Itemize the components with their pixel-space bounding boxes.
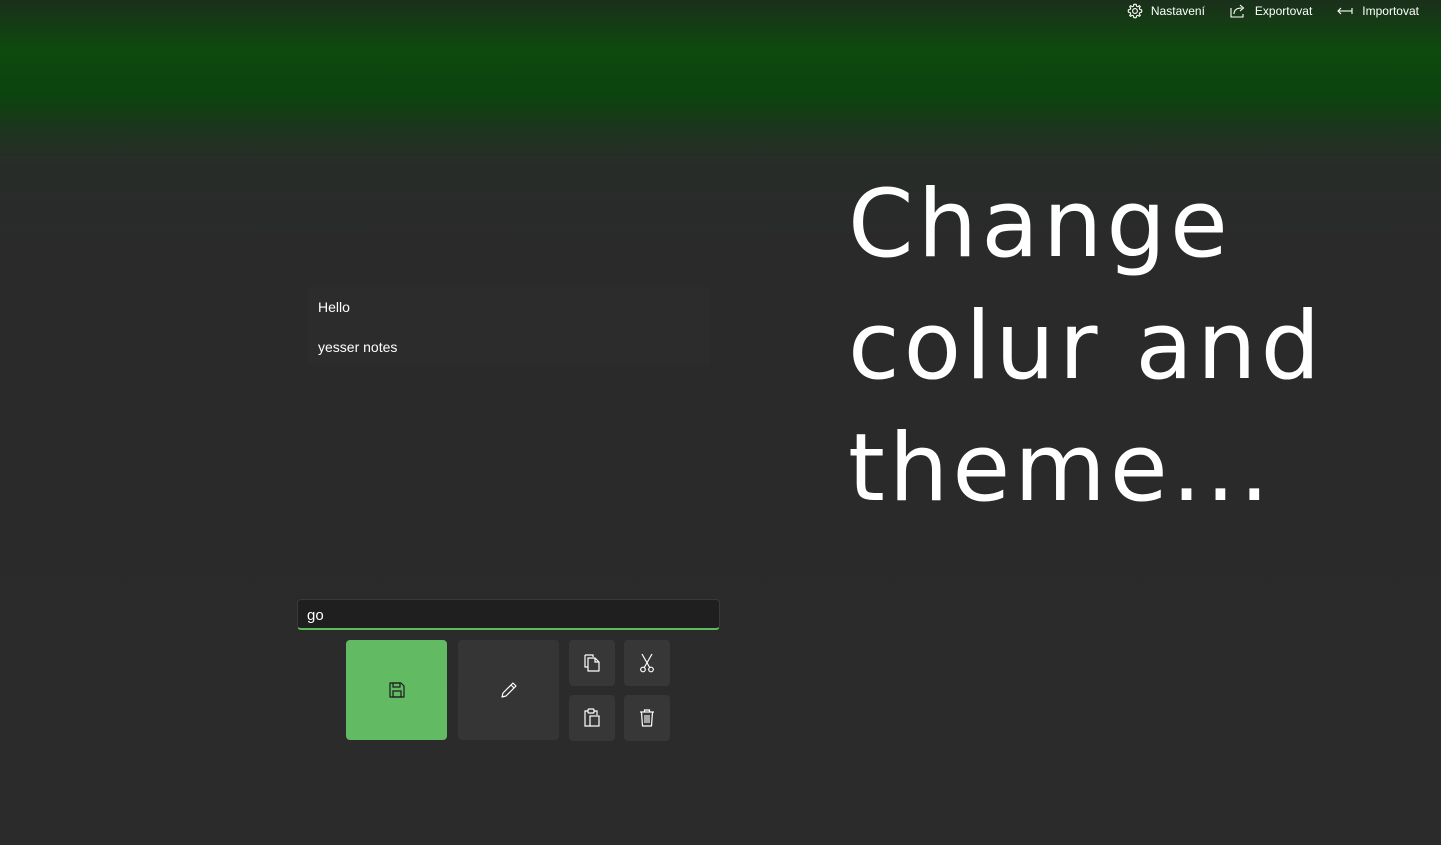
top-command-bar: Nastavení Exportovat Importovat bbox=[1103, 0, 1441, 22]
delete-button[interactable] bbox=[624, 695, 670, 741]
pencil-icon bbox=[500, 682, 517, 698]
scissors-icon bbox=[640, 653, 654, 673]
save-button[interactable] bbox=[346, 640, 447, 740]
note-input[interactable] bbox=[298, 600, 719, 628]
trash-icon bbox=[640, 709, 654, 727]
list-item[interactable]: yesser notes bbox=[308, 327, 710, 367]
save-icon bbox=[388, 682, 405, 698]
paste-button[interactable] bbox=[569, 695, 615, 741]
cut-button[interactable] bbox=[624, 640, 670, 686]
export-button[interactable]: Exportovat bbox=[1229, 3, 1312, 19]
preview-line: theme... bbox=[848, 414, 1274, 523]
gear-icon bbox=[1127, 3, 1143, 19]
settings-label: Nastavení bbox=[1150, 4, 1205, 18]
export-label: Exportovat bbox=[1254, 4, 1313, 18]
copy-button[interactable] bbox=[569, 640, 615, 686]
copy-icon bbox=[584, 654, 600, 672]
note-input-container bbox=[297, 599, 720, 630]
list-item[interactable]: Hello bbox=[308, 287, 710, 327]
notes-list: Hello yesser notes bbox=[308, 287, 710, 365]
import-button[interactable]: Importovat bbox=[1336, 3, 1419, 19]
settings-button[interactable]: Nastavení bbox=[1127, 3, 1205, 19]
share-icon bbox=[1230, 4, 1245, 18]
preview-line: colur and bbox=[848, 292, 1325, 401]
arrow-left-icon bbox=[1337, 7, 1353, 15]
import-label: Importovat bbox=[1362, 4, 1419, 18]
edit-button[interactable] bbox=[458, 640, 559, 740]
paste-icon bbox=[584, 708, 600, 727]
preview-line: Change bbox=[848, 170, 1232, 279]
note-preview-text: Change colur and theme... bbox=[848, 164, 1368, 530]
